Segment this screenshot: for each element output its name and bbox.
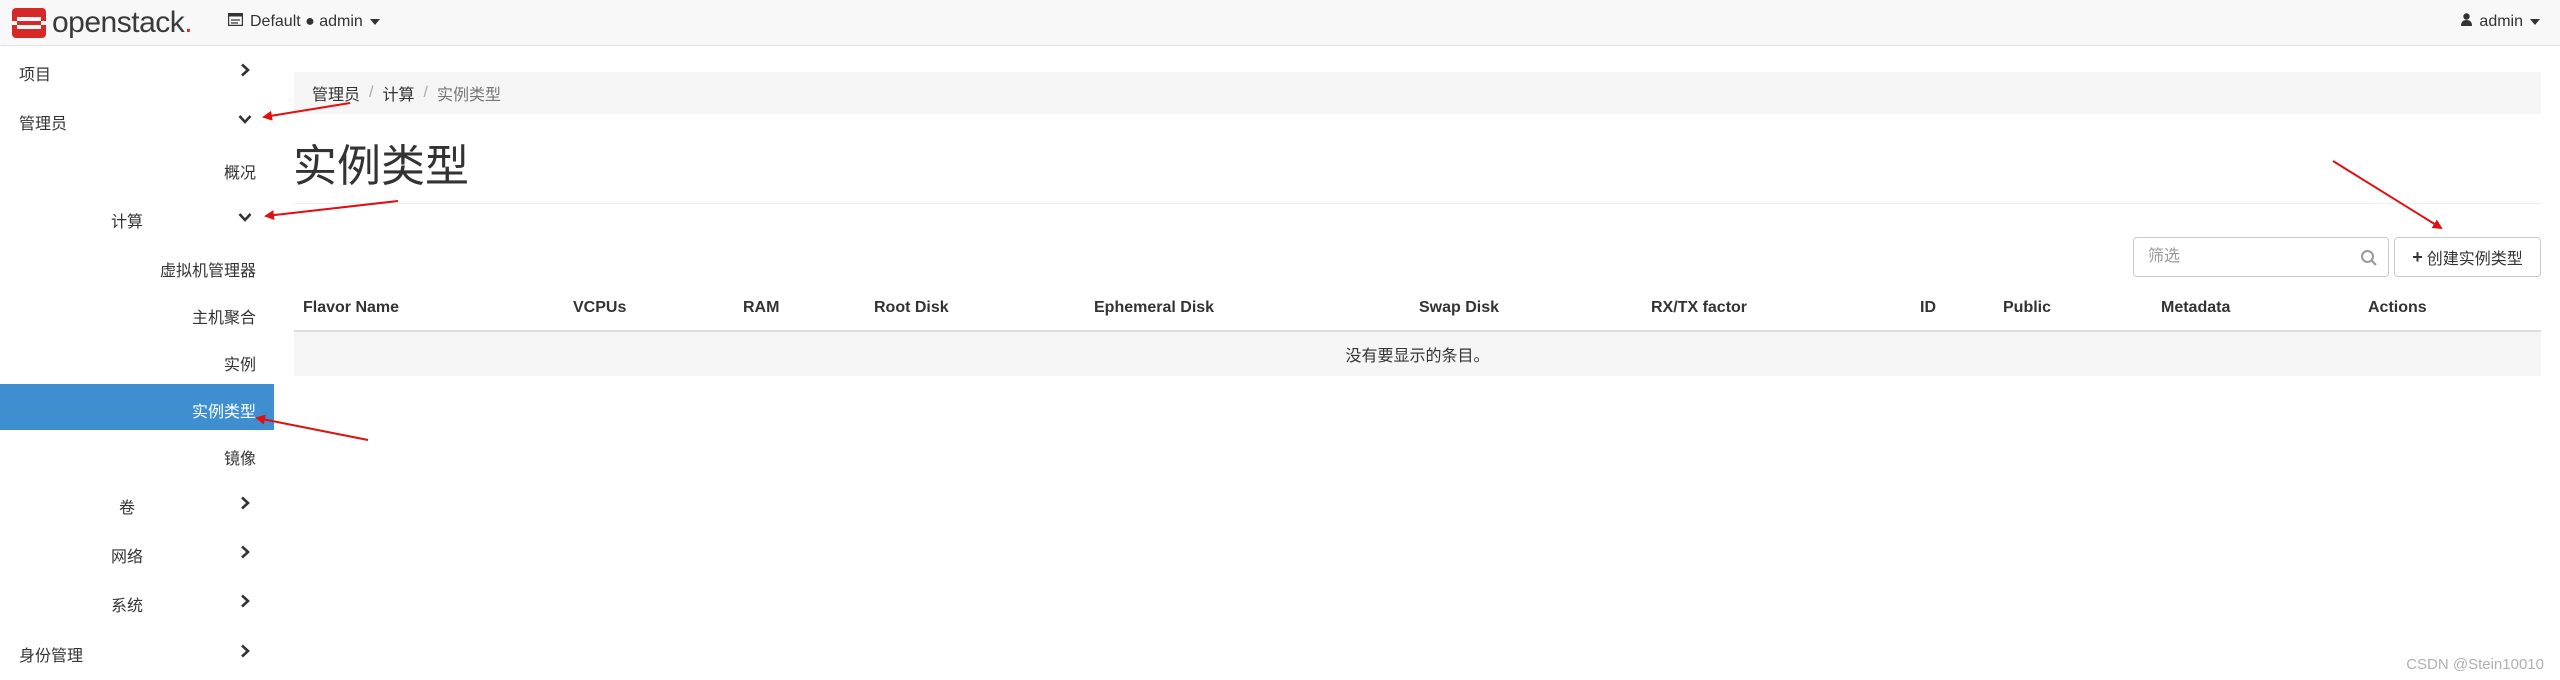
breadcrumb-current: 实例类型: [436, 87, 501, 104]
sidebar-item-label: 虚拟机管理器: [159, 263, 256, 280]
chevron-right-icon: [241, 63, 250, 77]
chevron-right-icon: [241, 594, 250, 608]
project-icon: [227, 12, 244, 31]
sidebar-item-label: 镜像: [223, 451, 256, 468]
project-label: Default ● admin: [250, 13, 363, 30]
top-navbar: openstack. Default ● admin admin: [0, 0, 2560, 46]
column-header[interactable]: Flavor Name: [303, 299, 399, 317]
openstack-logo[interactable]: openstack.: [12, 6, 193, 39]
sidebar-item-label: 计算: [111, 214, 144, 231]
table-header: Flavor Name VCPUs RAM Root Disk Ephemera…: [294, 290, 2541, 332]
sidebar-item-host-aggregates[interactable]: 主机聚合: [0, 290, 274, 336]
sidebar-item-label: 概况: [223, 165, 256, 182]
chevron-right-icon: [241, 644, 250, 658]
caret-down-icon: [2530, 19, 2540, 25]
user-dropdown[interactable]: admin: [2461, 13, 2540, 31]
sidebar-item-label: 主机聚合: [191, 310, 256, 327]
column-header[interactable]: Swap Disk: [1419, 299, 1499, 317]
breadcrumb-separator: /: [423, 84, 428, 101]
sidebar-item-label: 管理员: [19, 116, 68, 133]
sidebar-item-label: 实例类型: [191, 404, 256, 421]
sidebar-item-images[interactable]: 镜像: [0, 431, 274, 477]
sidebar-item-label: 实例: [223, 357, 256, 374]
title-divider: [294, 203, 2541, 204]
breadcrumb-separator: /: [369, 84, 374, 101]
sidebar-item-label: 网络: [111, 549, 144, 566]
sidebar-item-instances[interactable]: 实例: [0, 337, 274, 383]
empty-table-message: 没有要显示的条目。: [294, 332, 2541, 376]
column-header[interactable]: Ephemeral Disk: [1094, 299, 1214, 317]
search-icon[interactable]: [2360, 249, 2378, 267]
plus-icon: +: [2412, 246, 2423, 267]
watermark: CSDN @Stein10010: [2406, 656, 2544, 673]
create-flavor-label: 创建实例类型: [2426, 251, 2523, 268]
project-dropdown[interactable]: Default ● admin: [227, 12, 380, 31]
column-header[interactable]: RX/TX factor: [1651, 299, 1747, 317]
sidebar-item-network[interactable]: 网络: [0, 529, 274, 575]
chevron-right-icon: [241, 545, 250, 559]
page-title: 实例类型: [293, 142, 469, 191]
sidebar-item-label: 卷: [119, 500, 136, 517]
sidebar-item-label: 系统: [111, 598, 144, 615]
filter-input[interactable]: [2146, 247, 2346, 267]
column-header[interactable]: Metadata: [2161, 299, 2230, 317]
sidebar-item-label: 项目: [19, 67, 52, 84]
breadcrumb: 管理员 / 计算 / 实例类型: [294, 72, 2541, 114]
sidebar-item-overview[interactable]: 概况: [0, 145, 274, 191]
filter-field[interactable]: [2133, 237, 2389, 277]
sidebar-item-project[interactable]: 项目: [0, 47, 274, 93]
sidebar-item-flavors[interactable]: 实例类型: [0, 384, 274, 430]
user-icon: [2461, 13, 2473, 31]
sidebar-item-volumes[interactable]: 卷: [0, 480, 274, 526]
caret-down-icon: [369, 19, 380, 25]
annotation-arrow: [2332, 160, 2443, 230]
sidebar-item-identity[interactable]: 身份管理: [0, 628, 274, 674]
chevron-right-icon: [241, 496, 250, 510]
column-header: Actions: [2368, 299, 2427, 316]
breadcrumb-admin[interactable]: 管理员: [312, 81, 360, 105]
sidebar-item-label: 身份管理: [19, 648, 84, 665]
brand-name: openstack.: [52, 6, 193, 39]
sidebar-item-hypervisors[interactable]: 虚拟机管理器: [0, 243, 274, 289]
flavors-table: Flavor Name VCPUs RAM Root Disk Ephemera…: [294, 290, 2541, 376]
column-header[interactable]: VCPUs: [573, 299, 626, 317]
sidebar-item-system[interactable]: 系统: [0, 578, 274, 624]
user-label: admin: [2479, 13, 2523, 30]
column-header[interactable]: Public: [2003, 299, 2051, 317]
column-header[interactable]: Root Disk: [874, 299, 949, 317]
breadcrumb-compute[interactable]: 计算: [382, 81, 414, 105]
create-flavor-button[interactable]: + 创建实例类型: [2394, 237, 2541, 277]
sidebar-nav: 项目 管理员 概况 计算 虚拟机管理器 主机聚合 实例 实例类型 镜像 卷 网络…: [0, 46, 274, 680]
chevron-down-icon: [238, 213, 252, 222]
column-header[interactable]: RAM: [743, 299, 779, 317]
column-header[interactable]: ID: [1920, 299, 1936, 317]
chevron-down-icon: [238, 115, 252, 124]
sidebar-item-admin[interactable]: 管理员: [0, 96, 274, 142]
sidebar-item-compute[interactable]: 计算: [0, 194, 274, 240]
openstack-logo-icon: [12, 8, 46, 38]
